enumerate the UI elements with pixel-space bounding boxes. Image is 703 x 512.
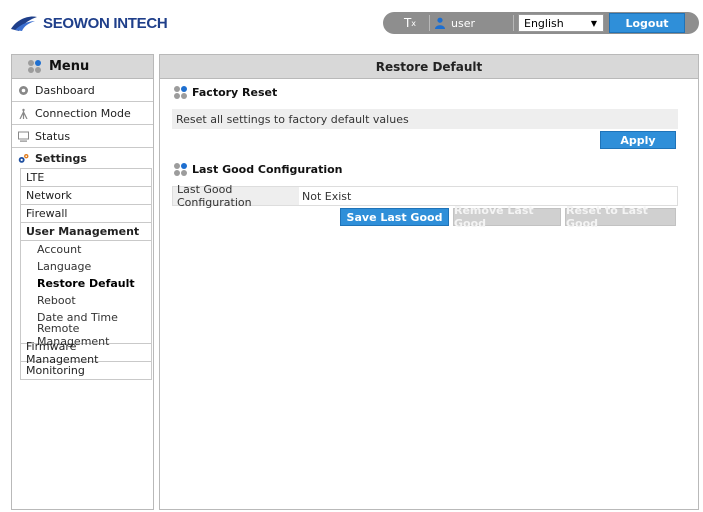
clear-format-icon[interactable]: Tx [393,12,427,34]
settings-submenu: LTE Network Firewall User Management Acc… [20,168,152,380]
chevron-down-icon: ▼ [590,19,597,28]
submenu-item-language[interactable]: Language [29,258,151,275]
sidebar-header: Menu [12,55,153,79]
toolbar-divider [513,15,514,31]
factory-reset-description: Reset all settings to factory default va… [172,109,678,129]
sidebar: Menu Dashboard Connection Mode Status Se… [11,54,154,510]
logo-text: SEOWON INTECH [43,14,168,32]
submenu-item-account[interactable]: Account [29,241,151,258]
top-toolbar: Tx user English ▼ Logout [383,12,699,34]
monitor-icon [18,131,29,142]
section-title-label: Last Good Configuration [192,163,343,176]
user-name: user [451,16,475,30]
last-good-label: Last Good Configuration [173,183,299,209]
sidebar-item-settings[interactable]: Settings [12,148,153,168]
submenu-item-reboot[interactable]: Reboot [29,292,151,309]
submenu-item-lte[interactable]: LTE [21,169,151,187]
remove-last-good-button[interactable]: Remove Last Good [453,204,561,230]
sidebar-item-label: Settings [35,151,87,165]
submenu-item-firmware-management[interactable]: Firmware Management [21,340,151,366]
logo-swoosh-icon [11,16,37,31]
logout-button[interactable]: Logout [609,13,685,33]
main-panel: Restore Default Factory Reset Reset all … [159,54,699,510]
section-dots-icon [174,163,187,176]
gear-icon [18,85,29,96]
submenu-item-restore-default[interactable]: Restore Default [29,275,151,292]
last-good-value: Not Exist [302,189,352,203]
sidebar-item-label: Status [35,129,71,143]
section-dots-icon [174,86,187,99]
submenu-item-firewall[interactable]: Firewall [21,205,151,223]
last-good-row: Last Good Configuration Not Exist [172,183,678,209]
language-select[interactable]: English ▼ [518,14,604,32]
submenu-item-network[interactable]: Network [21,187,151,205]
section-title-label: Factory Reset [192,86,278,99]
sidebar-item-connection-mode[interactable]: Connection Mode [12,102,153,125]
save-last-good-button[interactable]: Save Last Good [340,208,449,226]
language-selected-value: English [524,16,564,30]
logo: SEOWON INTECH [9,10,168,36]
sidebar-item-label: Dashboard [35,83,95,97]
sidebar-item-label: Connection Mode [35,106,131,120]
reset-to-last-good-button[interactable]: Reset to Last Good [565,204,676,230]
antenna-icon [18,108,29,119]
user-indicator: user [435,12,475,34]
settings-gears-icon [18,153,29,164]
sidebar-item-status[interactable]: Status [12,125,153,148]
user-management-submenu: Account Language Restore Default Reboot … [21,241,151,348]
last-good-section-title: Last Good Configuration [174,163,343,176]
sidebar-title: Menu [49,59,90,74]
factory-reset-section-title: Factory Reset [174,86,277,99]
sidebar-item-dashboard[interactable]: Dashboard [12,79,153,102]
apply-button[interactable]: Apply [600,131,676,149]
header: SEOWON INTECH Tx user English ▼ Logout [0,0,703,48]
page-title: Restore Default [160,55,698,79]
toolbar-divider [429,15,430,31]
menu-dots-icon [28,60,41,73]
submenu-item-user-management[interactable]: User Management [21,223,151,241]
user-icon [435,17,445,29]
